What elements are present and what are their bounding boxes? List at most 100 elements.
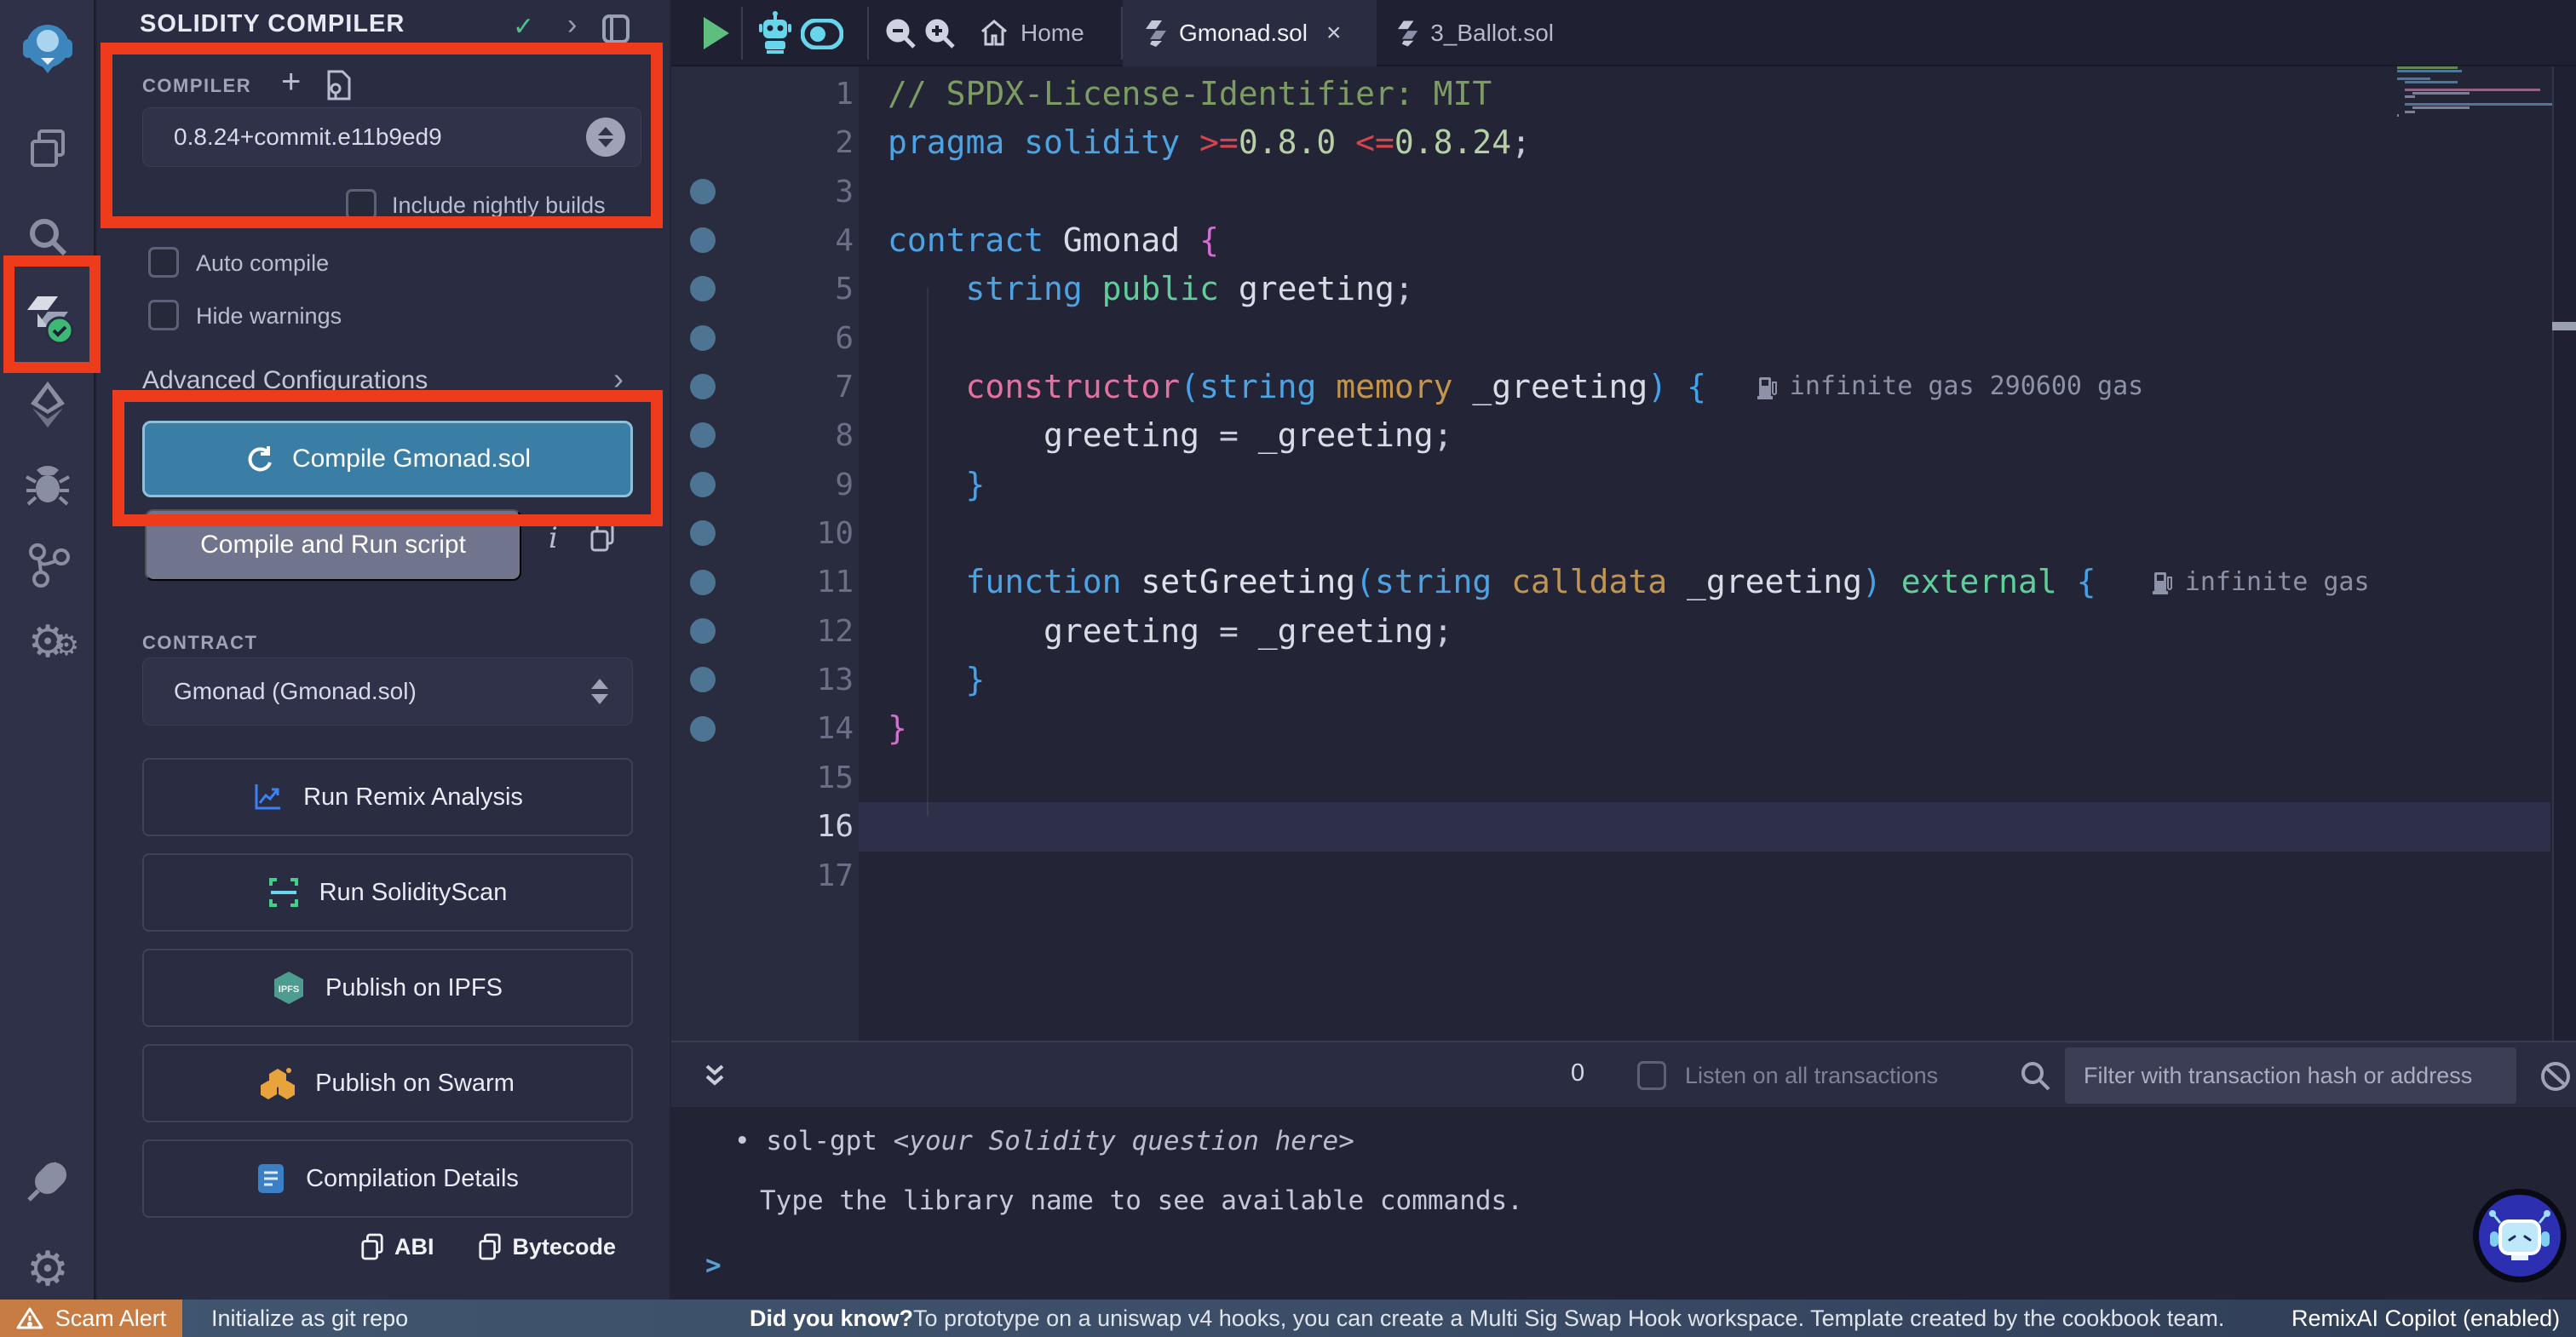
gutter-dot[interactable] xyxy=(690,716,716,742)
tab-gmonad-label: Gmonad.sol xyxy=(1179,20,1308,47)
compiler-version-select[interactable]: 0.8.24+commit.e11b9ed9 xyxy=(142,107,641,167)
line-number[interactable]: 8 xyxy=(756,411,854,460)
run-script-play-button[interactable] xyxy=(700,15,733,55)
auto-compile-checkbox[interactable] xyxy=(148,247,179,278)
compilation-details-button[interactable]: Compilation Details xyxy=(142,1139,633,1218)
remix-logo[interactable] xyxy=(0,22,95,75)
terminal[interactable]: • sol-gpt <your Solidity question here> … xyxy=(671,1107,2576,1300)
transaction-filter-input[interactable] xyxy=(2065,1047,2516,1104)
listen-transactions-label: Listen on all transactions xyxy=(1685,1063,1938,1089)
publish-on-ipfs-button[interactable]: IPFSPublish on IPFS xyxy=(142,949,633,1027)
pin-panel-icon[interactable] xyxy=(601,14,630,51)
theme-toggle[interactable] xyxy=(801,19,843,54)
compile-success-check-icon: ✓ xyxy=(513,12,534,42)
scam-alert-button[interactable]: Scam Alert xyxy=(0,1300,182,1337)
gutter-dot[interactable] xyxy=(690,179,716,204)
line-number[interactable]: 4 xyxy=(756,216,854,265)
line-number[interactable]: 13 xyxy=(756,656,854,704)
tab-home[interactable]: Home xyxy=(961,0,1103,66)
deploy-run-icon[interactable] xyxy=(0,380,95,427)
scrollbar-thumb[interactable] xyxy=(2552,322,2576,330)
line-number[interactable]: 14 xyxy=(756,704,854,753)
compile-and-run-button[interactable]: Compile and Run script xyxy=(145,509,521,581)
collapse-panel-icon[interactable]: › xyxy=(567,9,577,42)
line-number[interactable]: 6 xyxy=(756,314,854,363)
code-line-1: // SPDX-License-Identifier: MIT xyxy=(888,70,2096,118)
debugger-icon[interactable] xyxy=(0,462,95,508)
remix-ai-assistant-button[interactable] xyxy=(2473,1189,2567,1282)
add-compiler-icon[interactable]: + xyxy=(281,63,301,101)
line-number[interactable]: 5 xyxy=(756,265,854,313)
file-explorer-icon[interactable] xyxy=(0,126,95,170)
gutter-dot[interactable] xyxy=(690,325,716,351)
line-number[interactable]: 7 xyxy=(756,363,854,411)
zoom-out-icon[interactable] xyxy=(884,17,917,54)
gutter-dot[interactable] xyxy=(690,227,716,253)
gas-estimate-widget: infinite gas 290600 gas xyxy=(1757,371,2143,401)
line-number[interactable]: 10 xyxy=(756,509,854,558)
init-git-repo-button[interactable]: Initialize as git repo xyxy=(211,1305,408,1332)
info-icon[interactable]: i xyxy=(549,521,558,555)
run-remix-analysis-button[interactable]: Run Remix Analysis xyxy=(142,758,633,836)
terminal-search-icon[interactable] xyxy=(2019,1059,2051,1096)
scrollbar-track[interactable] xyxy=(2552,66,2576,1041)
minimap-line xyxy=(2397,114,2399,117)
line-number[interactable]: 9 xyxy=(756,461,854,509)
gutter-dot[interactable] xyxy=(690,667,716,692)
copy-icon[interactable] xyxy=(589,523,615,556)
compile-button[interactable]: Compile Gmonad.sol xyxy=(142,421,633,497)
solidity-compiler-icon[interactable] xyxy=(0,286,95,351)
settings-icon[interactable]: ⚙ xyxy=(0,1242,95,1297)
line-number[interactable]: 1 xyxy=(756,70,854,118)
line-number[interactable]: 17 xyxy=(756,852,854,900)
line-number[interactable]: 11 xyxy=(756,558,854,606)
zoom-in-icon[interactable] xyxy=(923,17,956,54)
tab-gmonad[interactable]: Gmonad.sol × xyxy=(1123,0,1377,66)
gutter-dot[interactable] xyxy=(690,570,716,595)
plug-icon[interactable] xyxy=(0,1158,95,1204)
listen-transactions-checkbox[interactable] xyxy=(1637,1061,1666,1090)
line-number[interactable]: 3 xyxy=(756,168,854,216)
copilot-status[interactable]: RemixAI Copilot (enabled) xyxy=(2291,1305,2560,1332)
git-icon[interactable] xyxy=(0,542,95,588)
ai-robot-icon[interactable] xyxy=(758,10,792,59)
minimap[interactable] xyxy=(2397,66,2550,1041)
license-badge-icon[interactable] xyxy=(325,68,353,106)
gutter-dot[interactable] xyxy=(690,374,716,399)
copy-abi-button[interactable]: ABI xyxy=(360,1233,434,1260)
code-editor[interactable]: 1234567891011121314151617 // SPDX-Licens… xyxy=(671,66,2576,1041)
line-number[interactable]: 15 xyxy=(756,754,854,802)
code-line-2: pragma solidity >=0.8.0 <=0.8.24; xyxy=(888,118,2096,167)
clear-terminal-icon[interactable] xyxy=(2539,1059,2573,1098)
close-tab-icon[interactable]: × xyxy=(1326,19,1342,48)
action-label: Run Remix Analysis xyxy=(303,783,523,812)
terminal-prompt[interactable]: > xyxy=(705,1250,722,1281)
publish-on-swarm-button[interactable]: Publish on Swarm xyxy=(142,1044,633,1122)
code-line-16 xyxy=(888,802,2096,851)
hide-warnings-checkbox[interactable] xyxy=(148,300,179,330)
minimap-line xyxy=(2397,77,2430,80)
line-number[interactable]: 12 xyxy=(756,607,854,656)
action-label: Run SolidityScan xyxy=(319,879,508,907)
line-number[interactable]: 2 xyxy=(756,118,854,167)
tip-text: To prototype on a uniswap v4 hooks, you … xyxy=(913,1305,2224,1332)
plugin-manager-icon[interactable]: ⚙⚙ xyxy=(0,617,95,668)
gutter-dot[interactable] xyxy=(690,520,716,546)
code-line-8: greeting = _greeting; xyxy=(888,411,2096,460)
nightly-builds-checkbox[interactable] xyxy=(346,189,377,220)
line-number[interactable]: 16 xyxy=(756,802,854,851)
advanced-configurations[interactable]: Advanced Configurations xyxy=(142,366,428,395)
tab-ballot[interactable]: 3_Ballot.sol xyxy=(1377,0,1574,66)
gutter-dot[interactable] xyxy=(690,472,716,497)
run-solidityscan-button[interactable]: Run SolidityScan xyxy=(142,853,633,932)
copy-bytecode-button[interactable]: Bytecode xyxy=(478,1233,616,1260)
collapse-terminal-icon[interactable] xyxy=(700,1061,729,1096)
code-line-13: } xyxy=(888,656,2096,704)
advanced-chevron-icon[interactable]: › xyxy=(613,361,624,397)
search-icon[interactable] xyxy=(0,215,95,259)
gutter-dot[interactable] xyxy=(690,618,716,644)
ipfs-icon: IPFS xyxy=(273,971,305,1005)
chart-icon xyxy=(252,782,283,812)
copy-icon xyxy=(478,1233,502,1260)
contract-select[interactable]: Gmonad (Gmonad.sol) xyxy=(142,657,633,726)
